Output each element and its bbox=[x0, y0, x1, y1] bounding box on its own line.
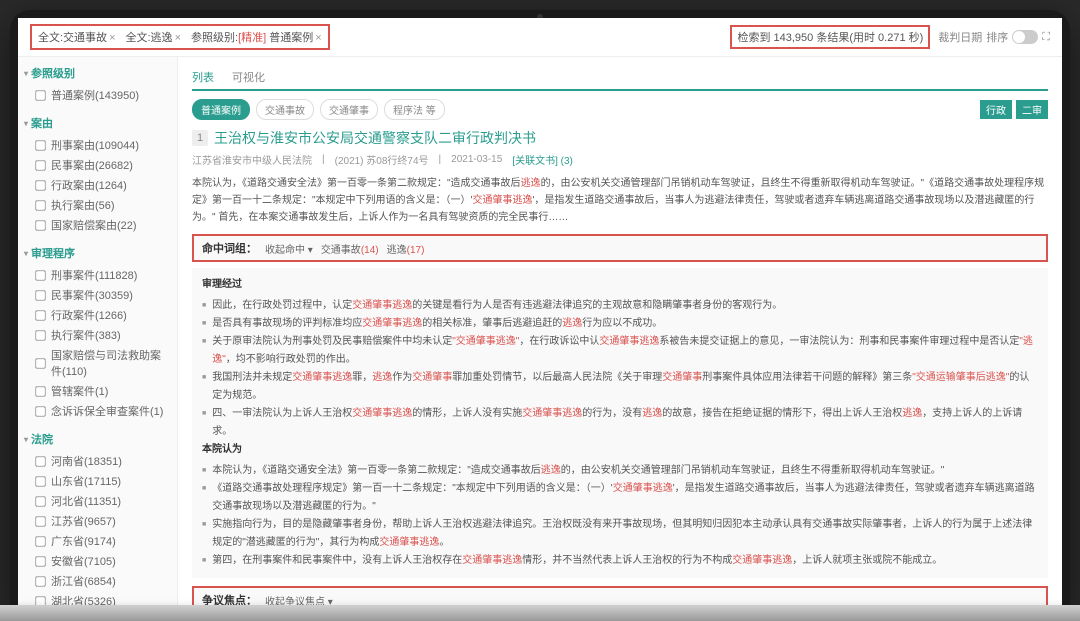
facet-title[interactable]: 审理程序 bbox=[24, 245, 171, 261]
filter-tag[interactable]: 全文:逃逸× bbox=[126, 29, 182, 45]
facet-checkbox[interactable] bbox=[35, 536, 45, 546]
facet-item[interactable]: 执行案件(383) bbox=[24, 325, 171, 345]
content-line: 第四，在刑事案件和民事案件中，没有上诉人王治权存在交通肇事逃逸情形，并不当然代表… bbox=[202, 552, 1038, 570]
facet-item[interactable]: 江苏省(9657) bbox=[24, 511, 171, 531]
facet-item[interactable]: 刑事案由(109044) bbox=[24, 135, 171, 155]
instance-badge: 二审 bbox=[1016, 100, 1048, 119]
case-meta: 江苏省淮安市中级人民法院 | (2021) 苏08行终74号 | 2021-03… bbox=[192, 152, 1048, 167]
facet-item[interactable]: 民事案件(30359) bbox=[24, 285, 171, 305]
facet-checkbox[interactable] bbox=[35, 290, 45, 300]
facet-item[interactable]: 安徽省(7105) bbox=[24, 551, 171, 571]
tab-viz[interactable]: 可视化 bbox=[232, 65, 265, 89]
related-docs-link[interactable]: [关联文书] (3) bbox=[512, 152, 573, 167]
facet-item[interactable]: 执行案由(56) bbox=[24, 195, 171, 215]
facet-checkbox[interactable] bbox=[35, 358, 45, 368]
expand-icon[interactable]: ⛶ bbox=[1042, 31, 1050, 44]
facet-item[interactable]: 管辖案件(1) bbox=[24, 381, 171, 401]
facet-item[interactable]: 刑事案件(111828) bbox=[24, 265, 171, 285]
facet-checkbox[interactable] bbox=[35, 180, 45, 190]
content-line: 实施指向行为，目的是隐藏肇事者身份，帮助上诉人王治权逃避法律追究。王治权既没有来… bbox=[202, 516, 1038, 552]
sub-tag-row: 普通案例 交通事故 交通肇事 程序法 等 行政 二审 bbox=[192, 99, 1048, 120]
content-line: 是否具有事故现场的评判标准均应交通肇事逃逸的相关标准，肇事后逃避追赶的逃逸行为应… bbox=[202, 315, 1038, 333]
facet-item[interactable]: 国家赔偿案由(22) bbox=[24, 215, 171, 235]
view-tabs: 列表 可视化 bbox=[192, 65, 1048, 91]
facet-checkbox[interactable] bbox=[35, 556, 45, 566]
remove-filter-icon[interactable]: × bbox=[109, 32, 115, 44]
main-content: 列表 可视化 普通案例 交通事故 交通肇事 程序法 等 行政 二审 1 王治权与… bbox=[178, 57, 1062, 607]
facet-item[interactable]: 河北省(11351) bbox=[24, 491, 171, 511]
facet-item[interactable]: 山东省(17115) bbox=[24, 471, 171, 491]
content-line: 本院认为，《道路交通安全法》第一百零一条第二款规定："造成交通事故后逃逸的，由公… bbox=[202, 462, 1038, 480]
facet-checkbox[interactable] bbox=[35, 386, 45, 396]
facet-item[interactable]: 河南省(18351) bbox=[24, 451, 171, 471]
facet-checkbox[interactable] bbox=[35, 220, 45, 230]
facet-checkbox[interactable] bbox=[35, 200, 45, 210]
hit-terms-section: 命中词组： 收起命中 ▾ 交通事故(14) 逃逸(17) bbox=[192, 234, 1048, 262]
sub-tag[interactable]: 交通肇事 bbox=[320, 99, 378, 120]
case-title[interactable]: 王治权与淮安市公安局交通警察支队二审行政判决书 bbox=[214, 128, 536, 148]
case-type-badge: 行政 bbox=[980, 100, 1012, 119]
sort-toggle[interactable] bbox=[1012, 30, 1038, 44]
facet-checkbox[interactable] bbox=[35, 270, 45, 280]
facet-checkbox[interactable] bbox=[35, 330, 45, 340]
result-count: 检索到 143,950 条结果(用时 0.271 秒) bbox=[730, 25, 930, 49]
content-line: 关于原审法院认为刑事处罚及民事赔偿案件中均未认定"交通肇事逃逸"，在行政诉讼中认… bbox=[202, 333, 1038, 369]
facet-item[interactable]: 浙江省(6854) bbox=[24, 571, 171, 591]
content-line: 因此，在行政处罚过程中，认定交通肇事逃逸的关键是看行为人是否有违逃避法律追究的主… bbox=[202, 297, 1038, 315]
filter-tag[interactable]: 参照级别:[精准] 普通案例× bbox=[191, 29, 322, 45]
facet-checkbox[interactable] bbox=[35, 406, 45, 416]
facet-item[interactable]: 念诉诉保全审查案件(1) bbox=[24, 401, 171, 421]
facet-item[interactable]: 普通案例(143950) bbox=[24, 85, 171, 105]
result-number: 1 bbox=[192, 130, 208, 146]
facet-checkbox[interactable] bbox=[35, 496, 45, 506]
process-block: 审理经过 因此，在行政处罚过程中，认定交通肇事逃逸的关键是看行为人是否有违逃避法… bbox=[192, 268, 1048, 578]
facet-title[interactable]: 案由 bbox=[24, 115, 171, 131]
facet-item[interactable]: 行政案由(1264) bbox=[24, 175, 171, 195]
collapse-hits[interactable]: 收起命中 ▾ bbox=[265, 241, 313, 256]
facet-sidebar: 参照级别普通案例(143950) 案由刑事案由(109044)民事案由(26682… bbox=[18, 57, 178, 607]
dispute-section: 争议焦点： 收起争议焦点 ▾ bbox=[192, 586, 1048, 607]
facet-checkbox[interactable] bbox=[35, 456, 45, 466]
sub-tag[interactable]: 普通案例 bbox=[192, 99, 250, 120]
facet-checkbox[interactable] bbox=[35, 516, 45, 526]
sub-tag[interactable]: 程序法 等 bbox=[384, 99, 445, 120]
facet-title[interactable]: 参照级别 bbox=[24, 65, 171, 81]
content-line: 四、一审法院认为上诉人王治权交通肇事逃逸的情形，上诉人没有实施交通肇事逃逸的行为… bbox=[202, 405, 1038, 441]
content-line: 《道路交通事故处理程序规定》第一百一十二条规定："本规定中下列用语的含义是：（一… bbox=[202, 480, 1038, 516]
case-summary: 本院认为，《道路交通安全法》第一百零一条第二款规定："造成交通事故后逃逸的，由公… bbox=[192, 175, 1048, 226]
content-line: 我国刑法并未规定交通肇事逃逸罪，逃逸作为交通肇事罪加重处罚情节，以后最高人民法院… bbox=[202, 369, 1038, 405]
facet-title[interactable]: 法院 bbox=[24, 431, 171, 447]
facet-checkbox[interactable] bbox=[35, 310, 45, 320]
sub-tag[interactable]: 交通事故 bbox=[256, 99, 314, 120]
facet-item[interactable]: 国家赔偿与司法救助案件(110) bbox=[24, 345, 171, 381]
hit-pill[interactable]: 逃逸(17) bbox=[387, 241, 425, 256]
facet-item[interactable]: 广东省(9174) bbox=[24, 531, 171, 551]
sort-controls: 裁判日期 排序 ⛶ bbox=[938, 29, 1050, 45]
facet-checkbox[interactable] bbox=[35, 140, 45, 150]
hit-pill[interactable]: 交通事故(14) bbox=[321, 241, 379, 256]
remove-filter-icon[interactable]: × bbox=[175, 32, 181, 44]
facet-checkbox[interactable] bbox=[35, 476, 45, 486]
active-filters: 全文:交通事故× 全文:逃逸× 参照级别:[精准] 普通案例× bbox=[30, 24, 330, 50]
facet-item[interactable]: 民事案由(26682) bbox=[24, 155, 171, 175]
filter-tag[interactable]: 全文:交通事故× bbox=[38, 29, 116, 45]
facet-checkbox[interactable] bbox=[35, 576, 45, 586]
facet-checkbox[interactable] bbox=[35, 160, 45, 170]
tab-list[interactable]: 列表 bbox=[192, 65, 214, 91]
remove-filter-icon[interactable]: × bbox=[315, 32, 321, 44]
facet-checkbox[interactable] bbox=[35, 90, 45, 100]
facet-item[interactable]: 行政案件(1266) bbox=[24, 305, 171, 325]
